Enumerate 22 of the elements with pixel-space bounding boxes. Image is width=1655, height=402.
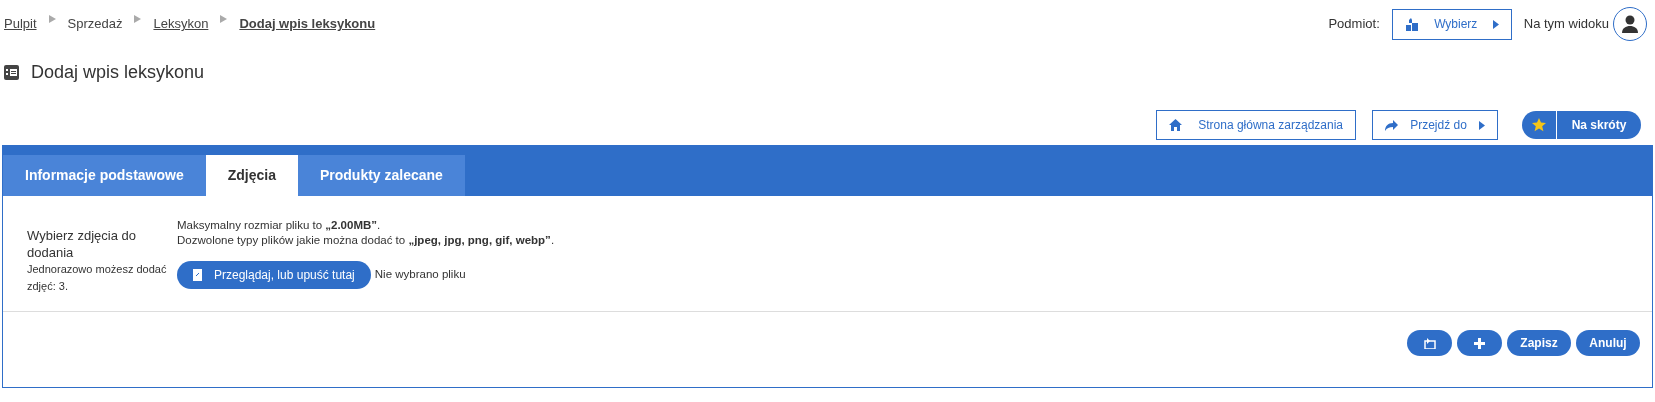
shortcuts-button[interactable]: Na skróty xyxy=(1557,111,1641,139)
entity-select-button[interactable]: Wybierz xyxy=(1391,8,1512,40)
tab[interactable]: Produkty zalecane xyxy=(297,155,465,196)
action-button[interactable]: Zapisz xyxy=(1507,330,1571,356)
field-hint: Jednorazowo możesz dodać zdjęć: 3. xyxy=(27,262,168,294)
breadcrumb-item: Sprzedaż xyxy=(67,15,123,34)
field-label: Wybierz zdjęcia do dodania xyxy=(27,227,137,261)
page-title: Dodaj wpis leksykonu xyxy=(31,60,205,84)
home-button[interactable]: Strona główna zarządzania xyxy=(1156,110,1356,140)
tab[interactable]: Informacje podstawowe xyxy=(3,155,206,196)
goto-button[interactable]: Przejdź do xyxy=(1372,110,1498,140)
types-note: Dozwolone typy plików jakie można dodać to „jpeg, jpg, png, gif, webp”. xyxy=(177,233,555,248)
breadcrumb-link[interactable]: Leksykon xyxy=(153,14,209,34)
tab[interactable]: Zdjęcia xyxy=(205,155,298,196)
breadcrumb-link[interactable]: Pulpit xyxy=(4,14,37,34)
size-note: Maksymalny rozmiar pliku to „2.00MB”. xyxy=(177,218,382,233)
entity-label: Podmiot: xyxy=(1328,15,1380,34)
action-button[interactable]: Anuluj xyxy=(1576,330,1640,356)
file-status: Nie wybrano pliku xyxy=(374,267,466,283)
browse-button[interactable]: Przeglądaj, lub upuść tutaj xyxy=(177,261,371,289)
view-label: Na tym widoku xyxy=(1523,15,1609,34)
breadcrumb-current[interactable]: Dodaj wpis leksykonu xyxy=(239,14,376,34)
